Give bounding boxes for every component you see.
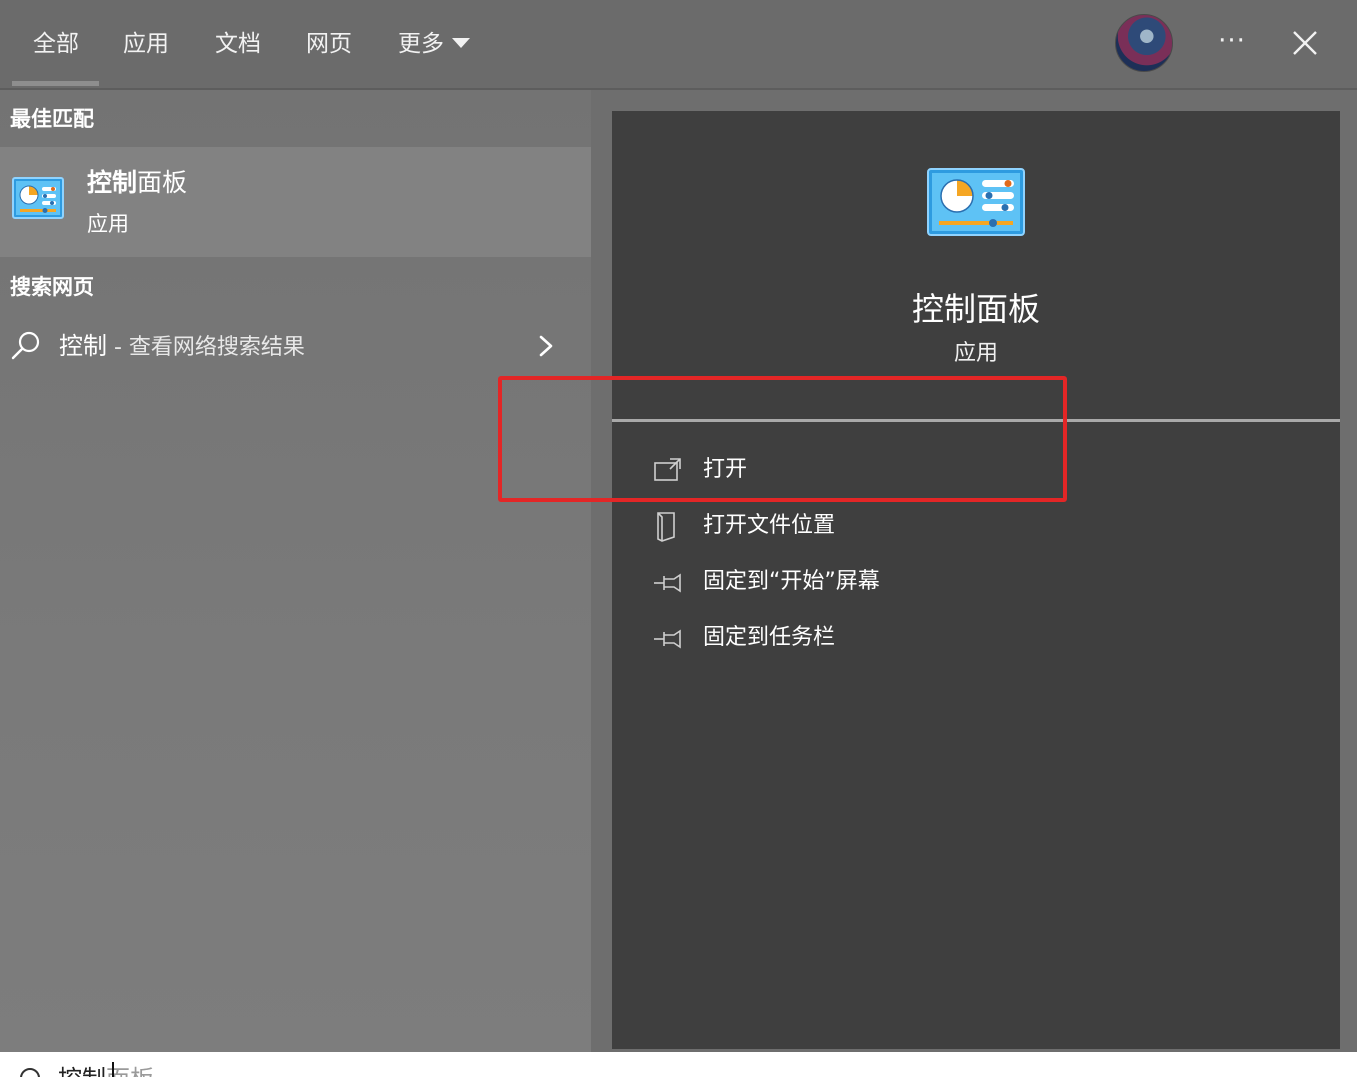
web-search-query-text: 控制 [59, 332, 107, 360]
control-panel-icon [12, 177, 64, 219]
tab-selected-indicator [12, 81, 99, 86]
search-header: 全部 应用 文档 网页 更多 ··· [0, 0, 1357, 90]
best-match-title-highlight: 控制 [87, 168, 138, 197]
action-open-file-location[interactable]: 打开文件位置 [652, 505, 1252, 549]
tab-web[interactable]: 网页 [306, 22, 352, 66]
text-cursor [112, 1062, 114, 1077]
web-search-query: 控制 - 查看网络搜索结果 [59, 329, 305, 365]
tab-more[interactable]: 更多 [398, 22, 470, 66]
best-match-heading: 最佳匹配 [10, 107, 94, 131]
control-panel-icon [927, 168, 1025, 236]
web-search-suffix: - 查看网络搜索结果 [107, 335, 305, 360]
action-pin-to-start[interactable]: 固定到“开始”屏幕 [652, 561, 1252, 605]
chevron-right-icon[interactable] [536, 334, 556, 358]
best-match-title: 控制面板 [87, 165, 187, 201]
action-pin-to-start-label: 固定到“开始”屏幕 [703, 569, 880, 594]
file-location-icon [657, 512, 675, 542]
best-match-item[interactable]: 控制面板 应用 [0, 147, 591, 257]
search-icon [20, 1068, 40, 1077]
user-avatar[interactable] [1115, 14, 1173, 72]
preview-title: 控制面板 [911, 290, 1040, 328]
tab-apps[interactable]: 应用 [123, 22, 169, 66]
results-pane: 最佳匹配 控制面板 应用 搜索网页 控制 - 查看网络搜索结果 [0, 90, 591, 1052]
web-search-item[interactable]: 控制 - 查看网络搜索结果 [0, 322, 591, 372]
tab-all[interactable]: 全部 [33, 22, 79, 66]
pin-icon [654, 573, 681, 593]
tab-documents[interactable]: 文档 [215, 22, 261, 66]
action-open-file-location-label: 打开文件位置 [703, 513, 836, 538]
action-pin-to-taskbar-label: 固定到任务栏 [703, 625, 836, 650]
search-icon [11, 331, 40, 360]
best-match-title-rest: 面板 [137, 168, 188, 197]
chevron-down-icon [452, 38, 470, 48]
best-match-type: 应用 [87, 212, 129, 236]
web-search-heading: 搜索网页 [10, 275, 94, 299]
close-icon[interactable] [1288, 26, 1322, 60]
search-input[interactable]: 控制面板 [58, 1064, 154, 1077]
search-box[interactable]: 控制面板 [0, 1052, 1357, 1077]
preview-subtitle: 应用 [953, 341, 998, 366]
tab-more-label: 更多 [398, 31, 444, 57]
preview-pane: 控制面板 应用 打开 打开文件位置 固定到“开始”屏幕 固定到任务栏 [612, 111, 1340, 1049]
pin-icon [654, 629, 681, 649]
search-typed-text: 控制 [58, 1065, 106, 1077]
action-pin-to-taskbar[interactable]: 固定到任务栏 [652, 617, 1252, 661]
ellipsis-icon[interactable]: ··· [1214, 24, 1250, 60]
highlight-annotation [498, 376, 1067, 502]
